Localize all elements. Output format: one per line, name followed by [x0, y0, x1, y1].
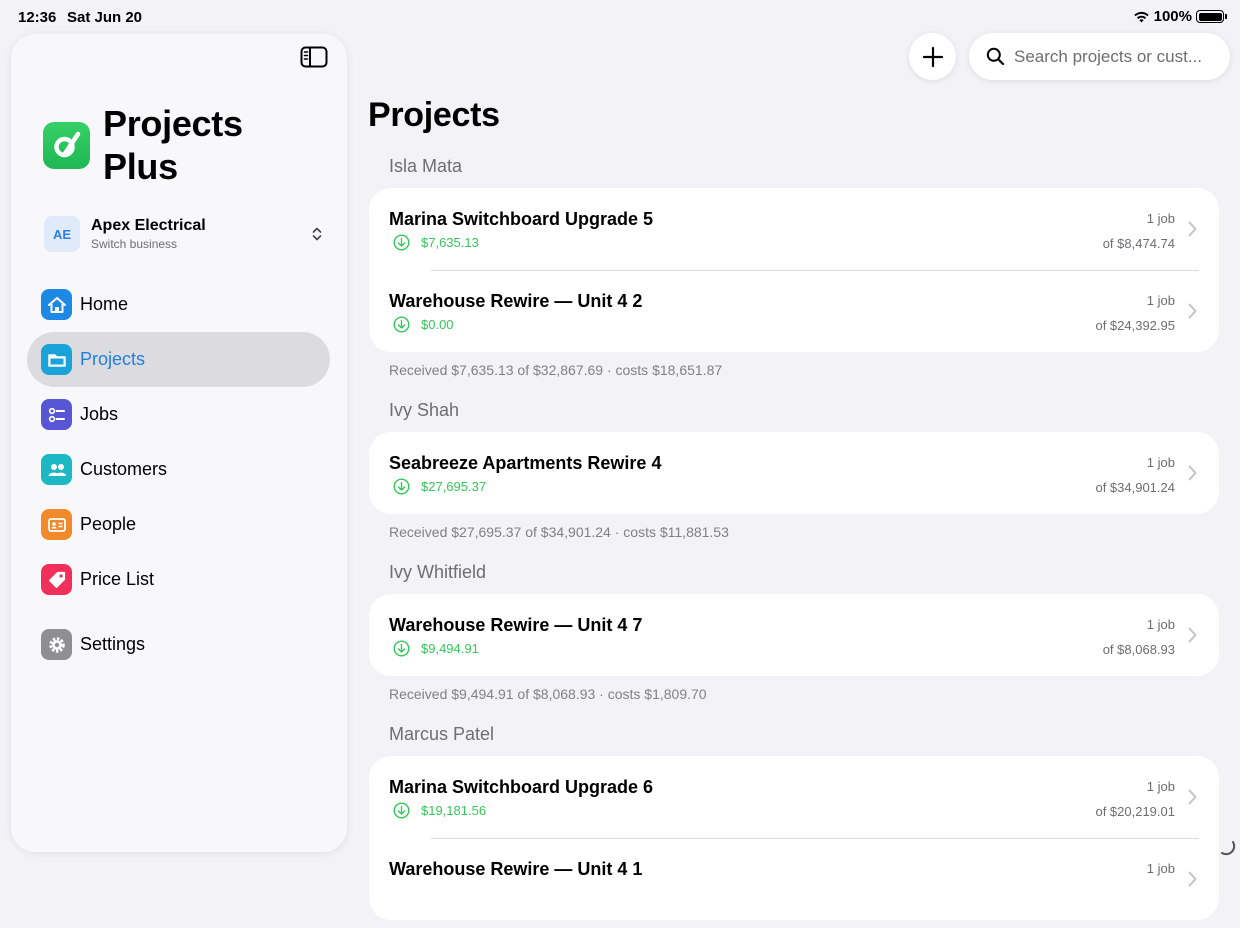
business-name: Apex Electrical	[91, 217, 206, 234]
project-total: of $8,474.74	[1102, 236, 1175, 251]
battery-icon	[1196, 10, 1227, 23]
sidebar-item-jobs[interactable]: Jobs	[27, 387, 330, 442]
sidebar-item-label: Jobs	[80, 404, 119, 424]
chevron-right-icon	[1188, 627, 1197, 643]
received-amount: $7,635.13	[421, 235, 479, 250]
project-total: of $20,219.01	[1095, 804, 1175, 819]
sidebar-item-price-list[interactable]: Price List	[27, 552, 330, 607]
received-amount: $19,181.56	[421, 803, 487, 818]
id-card-icon	[41, 509, 72, 540]
status-right: 100%	[1133, 8, 1227, 25]
house-icon	[41, 289, 72, 320]
project-name: Warehouse Rewire — Unit 4 7	[389, 615, 643, 635]
project-row[interactable]: Warehouse Rewire — Unit 4 1 1 job	[369, 838, 1219, 920]
received-arrow-icon	[393, 640, 410, 657]
project-card: Marina Switchboard Upgrade 5 $7,635.13 1…	[369, 188, 1219, 352]
search-input[interactable]	[1014, 46, 1224, 67]
search-field[interactable]	[969, 33, 1230, 80]
business-switcher[interactable]: AE Apex Electrical Switch business	[44, 214, 324, 254]
customer-header: Isla Mata	[389, 156, 463, 176]
sidebar-item-label: Settings	[80, 634, 146, 654]
sidebar-icon	[300, 46, 328, 68]
customer-header: Ivy Whitfield	[389, 562, 487, 582]
sidebar-item-label: People	[80, 514, 137, 534]
received-amount: $9,494.91	[421, 641, 479, 656]
job-count: 1 job	[1146, 861, 1175, 876]
sidebar-item-label: Projects	[80, 349, 146, 369]
project-card: Marina Switchboard Upgrade 6 $19,181.56 …	[369, 756, 1219, 920]
received-arrow-icon	[393, 802, 410, 819]
gear-icon	[41, 629, 72, 660]
job-count: 1 job	[1146, 455, 1175, 470]
project-row[interactable]: Marina Switchboard Upgrade 6 $19,181.56 …	[369, 756, 1219, 838]
customer-summary: Received $27,695.37 of $34,901.24 · cost…	[389, 524, 729, 540]
customer-summary: Received $9,494.91 of $8,068.93 · costs …	[389, 686, 707, 702]
received-arrow-icon	[393, 234, 410, 251]
wifi-icon	[1133, 11, 1149, 23]
battery-percent: 100%	[1153, 8, 1192, 25]
search-icon	[986, 47, 1005, 66]
business-avatar: AE	[44, 216, 80, 252]
people-icon	[41, 454, 72, 485]
sidebar-item-label: Home	[80, 294, 129, 314]
project-row[interactable]: Warehouse Rewire — Unit 4 2 $0.00 1 job …	[369, 270, 1219, 352]
project-card: Warehouse Rewire — Unit 4 7 $9,494.91 1 …	[369, 594, 1219, 676]
tag-icon	[41, 564, 72, 595]
received-amount: $0.00	[421, 317, 454, 332]
sidebar-item-customers[interactable]: Customers	[27, 442, 330, 497]
sidebar-item-label: Customers	[80, 459, 168, 479]
customer-summary: Received $7,635.13 of $32,867.69 · costs…	[389, 362, 723, 378]
job-count: 1 job	[1146, 211, 1175, 226]
checklist-icon	[41, 399, 72, 430]
project-row[interactable]: Warehouse Rewire — Unit 4 7 $9,494.91 1 …	[369, 594, 1219, 676]
project-row[interactable]: Seabreeze Apartments Rewire 4 $27,695.37…	[369, 432, 1219, 514]
sidebar: Projects Plus AE Apex Electrical Switch …	[11, 34, 347, 852]
page-title: Projects	[368, 96, 500, 134]
sidebar-item-settings[interactable]: Settings	[27, 617, 330, 672]
received-arrow-icon	[393, 316, 410, 333]
project-name: Seabreeze Apartments Rewire 4	[389, 453, 662, 473]
business-subtitle: Switch business	[91, 237, 178, 251]
chevron-up-down-icon	[312, 227, 322, 241]
project-name: Marina Switchboard Upgrade 6	[389, 777, 654, 797]
projects-list: Isla Mata Marina Switchboard Upgrade 5 $…	[369, 154, 1219, 928]
sidebar-item-label: Price List	[80, 569, 155, 589]
add-project-button[interactable]	[909, 33, 956, 80]
plus-icon	[922, 46, 943, 67]
folder-icon	[41, 344, 72, 375]
loading-spinner-icon	[1221, 841, 1236, 856]
received-amount: $27,695.37	[421, 479, 487, 494]
chevron-right-icon	[1188, 465, 1197, 481]
status-date: Sat Jun 20	[67, 9, 143, 26]
app-logo-icon	[43, 121, 90, 169]
project-row[interactable]: Marina Switchboard Upgrade 5 $7,635.13 1…	[369, 188, 1219, 270]
received-arrow-icon	[393, 478, 410, 495]
customer-header: Marcus Patel	[389, 724, 495, 744]
chevron-right-icon	[1188, 221, 1197, 237]
chevron-right-icon	[1188, 871, 1197, 887]
sidebar-toggle-button[interactable]	[300, 46, 328, 68]
status-time: 12:36	[18, 9, 57, 26]
sidebar-item-people[interactable]: People	[27, 497, 330, 552]
sidebar-nav: Home Projects Jobs Customers People Pric…	[27, 277, 330, 672]
project-name: Marina Switchboard Upgrade 5	[389, 209, 654, 229]
project-total: of $24,392.95	[1095, 318, 1175, 333]
project-total: of $34,901.24	[1095, 480, 1175, 495]
project-card: Seabreeze Apartments Rewire 4 $27,695.37…	[369, 432, 1219, 514]
chevron-right-icon	[1188, 303, 1197, 319]
chevron-right-icon	[1188, 789, 1197, 805]
project-name: Warehouse Rewire — Unit 4 2	[389, 291, 643, 311]
job-count: 1 job	[1146, 779, 1175, 794]
sidebar-item-projects[interactable]: Projects	[27, 332, 330, 387]
job-count: 1 job	[1146, 293, 1175, 308]
customer-header: Ivy Shah	[389, 400, 460, 420]
project-name: Warehouse Rewire — Unit 4 1	[389, 859, 643, 879]
app-header: Projects Plus	[43, 102, 283, 188]
app-title: Projects Plus	[103, 103, 243, 187]
project-total: of $8,068.93	[1102, 642, 1175, 657]
job-count: 1 job	[1146, 617, 1175, 632]
sidebar-item-home[interactable]: Home	[27, 277, 330, 332]
status-bar: 12:36 Sat Jun 20 100%	[0, 0, 1240, 34]
